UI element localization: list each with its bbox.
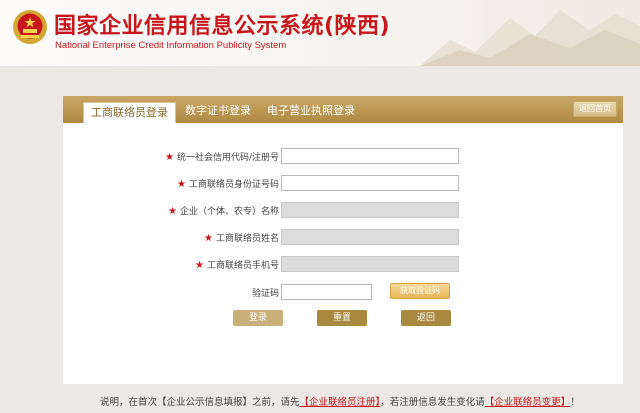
form-row-id-number: ★ 工商联络员身份证号码 xyxy=(63,175,623,193)
form-row-company-name: ★ 企业（个体、农专）名称 xyxy=(63,202,623,220)
tab-electronic-license-login[interactable]: 电子营业执照登录 xyxy=(267,100,355,123)
field-label: ★ 工商联络员姓名 xyxy=(204,233,279,244)
site-header: 国家企业信用信息公示系统(陕西) National Enterprise Cre… xyxy=(0,0,640,66)
tab-liaison-login[interactable]: 工商联络员登录 xyxy=(83,102,176,123)
instruction-note: 说明，在首次【企业公示信息填报】之前，请先【企业联络员注册】，若注册信息发生变化… xyxy=(100,397,580,408)
site-title: 国家企业信用信息公示系统(陕西) xyxy=(54,14,391,39)
field-label: ★ 工商联络员身份证号码 xyxy=(177,179,279,190)
form-row-captcha: 验证码 获取验证码 xyxy=(63,283,623,302)
back-button[interactable]: 返回 xyxy=(401,310,451,326)
login-button[interactable]: 登录 xyxy=(233,310,283,326)
captcha-label: 验证码 xyxy=(251,289,279,299)
get-verification-code-button[interactable]: 获取验证码 xyxy=(390,283,450,299)
form-row-credit-code: ★ 统一社会信用代码/注册号 xyxy=(63,148,623,166)
liaison-change-link[interactable]: 【企业联络员变更】 xyxy=(485,397,571,408)
tab-digital-certificate-login[interactable]: 数字证书登录 xyxy=(185,100,251,123)
liaison-phone-input xyxy=(281,256,459,272)
company-name-input xyxy=(281,202,459,218)
required-star-icon: ★ xyxy=(168,206,177,217)
back-to-home-button[interactable]: 返回首页 xyxy=(573,101,617,117)
required-star-icon: ★ xyxy=(177,179,186,190)
required-star-icon: ★ xyxy=(204,233,213,244)
field-label: ★ 统一社会信用代码/注册号 xyxy=(164,152,279,163)
credit-code-input[interactable] xyxy=(281,148,459,164)
login-panel: 工商联络员登录 数字证书登录 电子营业执照登录 返回首页 ★ 统一社会信用代码/注… xyxy=(63,96,623,384)
required-star-icon: ★ xyxy=(195,260,204,271)
required-star-icon: ★ xyxy=(164,152,174,163)
form-row-liaison-name: ★ 工商联络员姓名 xyxy=(63,229,623,247)
field-label: ★ 工商联络员手机号 xyxy=(195,260,279,271)
national-emblem-icon xyxy=(13,10,47,44)
reset-button[interactable]: 重置 xyxy=(317,310,367,326)
login-tab-bar: 工商联络员登录 数字证书登录 电子营业执照登录 返回首页 xyxy=(63,96,623,123)
site-subtitle: National Enterprise Credit Information P… xyxy=(55,40,287,51)
field-label: ★ 企业（个体、农专）名称 xyxy=(168,206,279,217)
captcha-input[interactable] xyxy=(281,284,372,300)
mountain-decoration xyxy=(420,10,640,66)
liaison-name-input xyxy=(281,229,459,245)
liaison-id-number-input[interactable] xyxy=(281,175,459,191)
form-row-liaison-phone: ★ 工商联络员手机号 xyxy=(63,256,623,274)
liaison-register-link[interactable]: 【企业联络员注册】 xyxy=(300,397,381,408)
